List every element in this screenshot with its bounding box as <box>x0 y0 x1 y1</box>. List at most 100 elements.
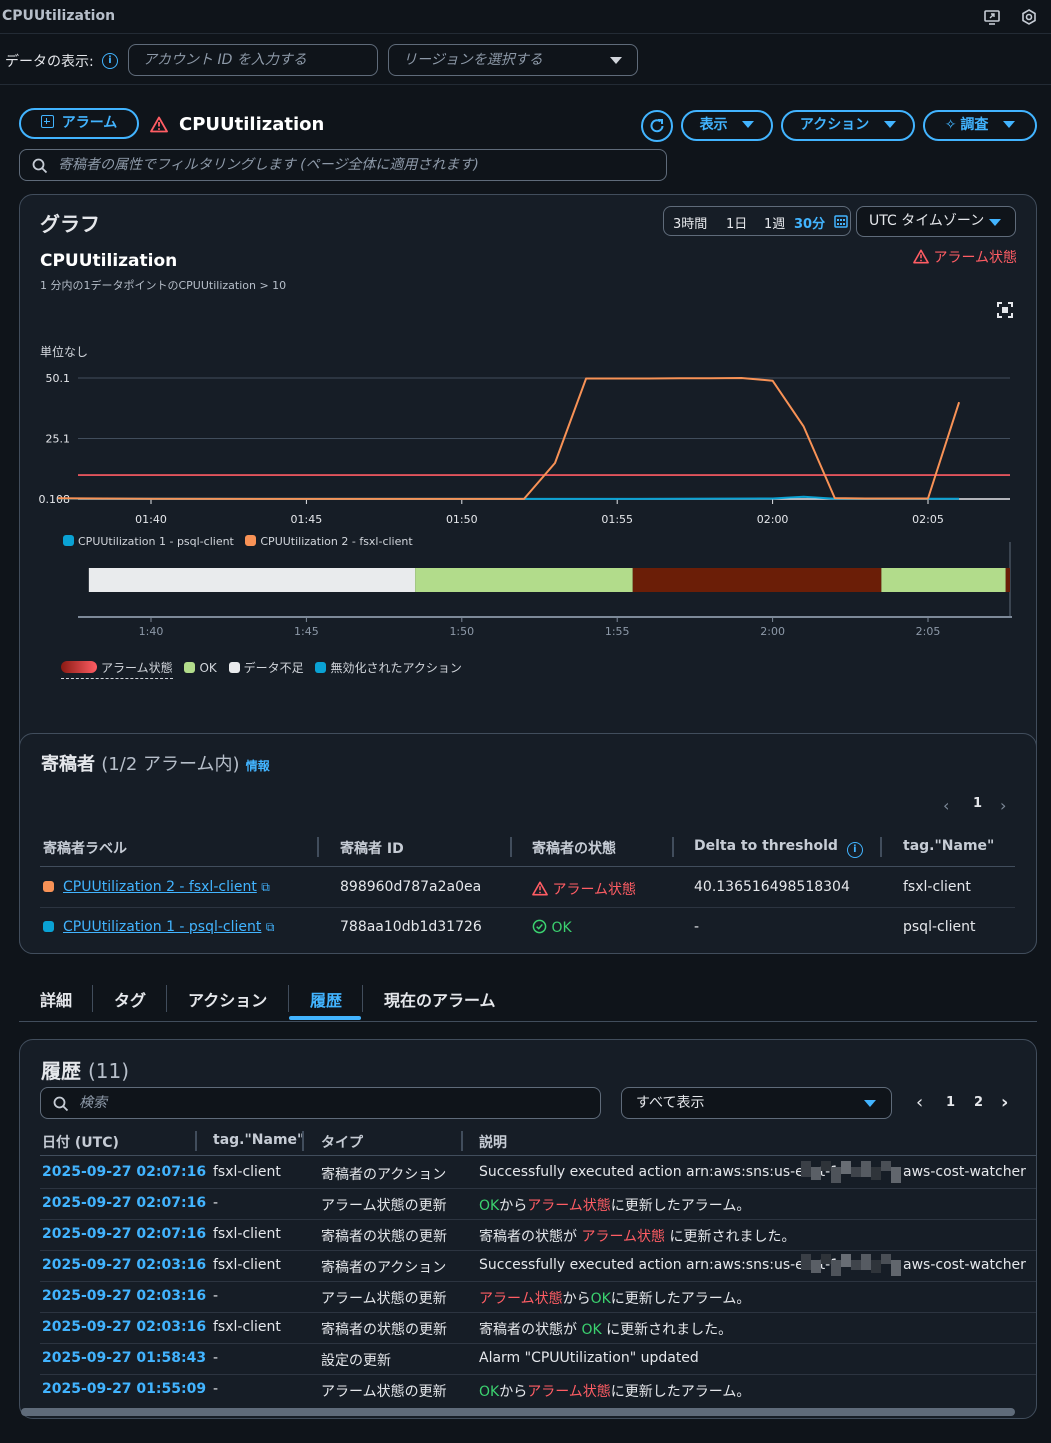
timeline-tick-label: 1:50 <box>449 625 474 638</box>
chevron-right-icon[interactable]: › <box>1000 796 1006 815</box>
history-type: アラーム状態の更新 <box>321 1291 447 1307</box>
horizontal-scrollbar[interactable] <box>21 1408 1015 1416</box>
series-color-swatch <box>43 921 54 932</box>
page-1[interactable]: 1 <box>946 1095 955 1110</box>
contributor-id: 898960d787a2a0ea <box>340 879 482 895</box>
history-date-link[interactable]: 2025-09-27 02:03:16 <box>42 1257 206 1273</box>
timeline-tick-label: 2:00 <box>760 625 785 638</box>
external-link-icon: ⧉ <box>265 920 275 934</box>
redacted-block <box>801 1161 901 1183</box>
history-type: 寄稿者のアクション <box>321 1260 447 1276</box>
description-fragment: アラーム状態 <box>581 1229 666 1245</box>
state-legend-disabled-actions: 無効化されたアクション <box>315 661 462 675</box>
legend-label: アラーム状態 <box>101 661 173 675</box>
contributor-tag-name: psql-client <box>903 919 976 935</box>
row-divider <box>40 1281 1036 1282</box>
history-date-link[interactable]: 2025-09-27 02:03:16 <box>42 1288 206 1304</box>
x-tick-label: 02:05 <box>912 513 944 526</box>
legend-swatch <box>61 661 97 673</box>
legend-swatch <box>184 662 196 673</box>
contributor-label[interactable]: CPUUtilization 2 - fsxl-client <box>63 879 257 895</box>
tab-actions[interactable]: アクション <box>188 987 267 1011</box>
col-header-description[interactable]: 説明 <box>479 1132 507 1152</box>
state-legend-ok: OK <box>184 661 217 675</box>
timeline-tick-label: 1:55 <box>605 625 630 638</box>
history-date-link[interactable]: 2025-09-27 01:58:43 <box>42 1350 206 1366</box>
col-header-tag-name[interactable]: tag."Name" <box>213 1132 304 1148</box>
contributors-heading: 寄稿者 (1/2 アラーム内) 情報 <box>41 750 270 776</box>
x-tick-label: 01:45 <box>291 513 323 526</box>
external-link-icon: ⧉ <box>261 880 270 894</box>
description-fragment: OK <box>479 1384 500 1400</box>
redaction-pixel <box>801 1161 811 1177</box>
description-fragment: 寄稿者の状態が <box>479 1322 582 1338</box>
description-fragment: 寄稿者の状態が <box>479 1229 582 1245</box>
col-header-state[interactable]: 寄稿者の状態 <box>532 838 616 858</box>
redaction-pixel <box>841 1254 851 1267</box>
col-header-label[interactable]: 寄稿者ラベル <box>43 838 127 858</box>
divider <box>40 907 1015 908</box>
chevron-left-icon[interactable]: ‹ <box>943 796 949 815</box>
contributor-state-label: アラーム状態 <box>552 882 637 898</box>
state-legend-alarm: アラーム状態 <box>61 661 173 679</box>
history-date-link[interactable]: 2025-09-27 02:07:16 <box>42 1195 206 1211</box>
redaction-pixel <box>891 1167 901 1183</box>
redaction-pixel <box>891 1260 901 1276</box>
description-fragment: から <box>499 1198 528 1214</box>
history-filter-select[interactable]: すべて表示 <box>621 1087 892 1119</box>
column-divider <box>510 837 512 857</box>
history-date-link[interactable]: 2025-09-27 01:55:09 <box>42 1381 206 1397</box>
description-fragment: アラーム状態 <box>527 1384 611 1400</box>
history-date-link[interactable]: 2025-09-27 02:07:16 <box>42 1226 206 1242</box>
info-link[interactable]: 情報 <box>246 759 270 773</box>
description-fragment: に更新したアラーム。 <box>610 1384 751 1400</box>
state-segment-alarm <box>1005 568 1010 592</box>
col-header-id[interactable]: 寄稿者 ID <box>340 838 404 858</box>
legend-swatch <box>228 662 240 673</box>
page-number[interactable]: 1 <box>973 796 982 811</box>
state-segment-alarm <box>632 568 882 592</box>
x-tick-label: 01:50 <box>446 513 478 526</box>
col-header-tag-name[interactable]: tag."Name" <box>903 838 994 854</box>
contributor-link[interactable]: CPUUtilization 1 - psql-client ⧉ <box>63 919 274 935</box>
chevron-right-icon[interactable]: › <box>1001 1092 1008 1113</box>
contributor-delta: - <box>694 919 700 935</box>
divider <box>19 1021 1037 1022</box>
redaction-pixel <box>811 1260 821 1273</box>
column-divider <box>317 837 319 857</box>
contributor-label[interactable]: CPUUtilization 1 - psql-client <box>63 919 261 935</box>
description-fragment: から <box>562 1291 591 1307</box>
tab-tags[interactable]: タグ <box>114 987 146 1011</box>
redaction-pixel <box>871 1167 881 1180</box>
col-header-type[interactable]: タイプ <box>321 1132 363 1152</box>
tab-details[interactable]: 詳細 <box>40 987 72 1011</box>
description-fragment: に更新したアラーム。 <box>610 1198 751 1214</box>
tab-history[interactable]: 履歴 <box>310 987 342 1011</box>
history-date-link[interactable]: 2025-09-27 02:07:16 <box>42 1164 206 1180</box>
contributors-title: 寄稿者 <box>41 754 95 775</box>
description-fragment: に更新されました。 <box>601 1322 733 1338</box>
redaction-pixel <box>851 1167 861 1177</box>
history-type: 寄稿者の状態の更新 <box>321 1322 447 1338</box>
chevron-left-icon[interactable]: ‹ <box>916 1092 923 1113</box>
arn-suffix: aws-cost-watcher <box>903 1257 1026 1273</box>
history-type: 設定の更新 <box>321 1353 391 1369</box>
page-2[interactable]: 2 <box>974 1095 983 1110</box>
history-search-input[interactable]: 検索 <box>40 1087 601 1119</box>
tab-current-alarms[interactable]: 現在のアラーム <box>384 987 496 1011</box>
caret-down-icon <box>864 1100 876 1107</box>
history-date-link[interactable]: 2025-09-27 02:03:16 <box>42 1319 206 1335</box>
redaction-pixel <box>831 1167 841 1183</box>
col-header-delta[interactable]: Delta to threshold i <box>694 838 863 858</box>
history-description: アラーム状態からOKに更新したアラーム。 <box>479 1288 1019 1308</box>
contributor-link[interactable]: CPUUtilization 2 - fsxl-client ⧉ <box>63 879 270 895</box>
history-description: 寄稿者の状態が OK に更新されました。 <box>479 1319 1019 1339</box>
state-segment-insufficient <box>88 568 416 592</box>
history-title: 履歴 <box>41 1059 81 1083</box>
col-header-date[interactable]: 日付 (UTC) <box>42 1132 119 1152</box>
description-fragment: Alarm "CPUUtilization" updated <box>479 1350 699 1366</box>
legend-swatch <box>315 662 327 673</box>
info-icon[interactable]: i <box>846 842 863 858</box>
history-description: OKからアラーム状態に更新したアラーム。 <box>479 1381 1019 1401</box>
history-type: アラーム状態の更新 <box>321 1198 447 1214</box>
